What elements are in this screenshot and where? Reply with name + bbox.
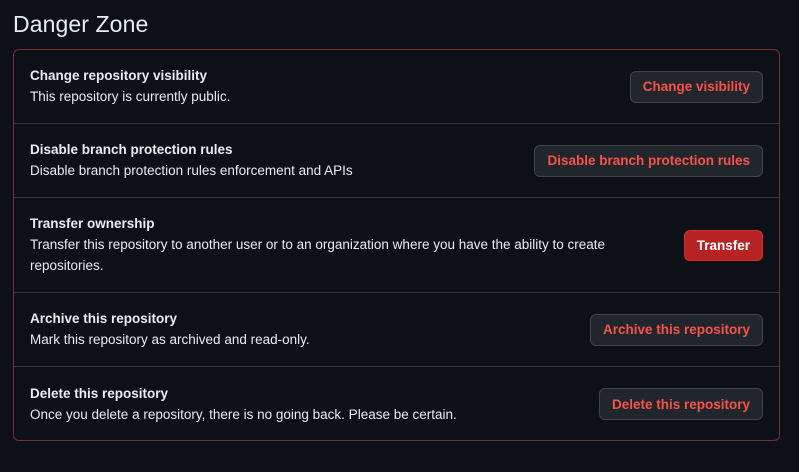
transfer-button[interactable]: Transfer: [683, 229, 763, 261]
transfer-row: Transfer ownership Transfer this reposit…: [14, 198, 779, 293]
branch-protection-description: Disable branch protection rules enforcem…: [30, 163, 353, 178]
archive-row: Archive this repository Mark this reposi…: [14, 293, 779, 367]
visibility-row: Change repository visibility This reposi…: [14, 50, 779, 124]
danger-zone-page: Danger Zone Change repository visibility…: [0, 0, 799, 472]
delete-title: Delete this repository: [30, 385, 169, 401]
delete-repository-button[interactable]: Delete this repository: [598, 388, 763, 420]
archive-repository-button[interactable]: Archive this repository: [589, 313, 763, 346]
section-title: Danger Zone: [13, 11, 149, 37]
transfer-description: Transfer this repository to another user…: [30, 237, 606, 273]
visibility-description: This repository is currently public.: [30, 89, 231, 104]
delete-row: Delete this repository Once you delete a…: [14, 367, 779, 440]
archive-description: Mark this repository as archived and rea…: [30, 332, 310, 347]
change-visibility-button[interactable]: Change visibility: [629, 70, 763, 103]
visibility-title: Change repository visibility: [30, 68, 208, 83]
transfer-title: Transfer ownership: [30, 216, 155, 231]
branch-protection-title: Disable branch protection rules: [30, 142, 233, 157]
disable-branch-protection-button[interactable]: Disable branch protection rules: [534, 144, 763, 177]
branch-protection-row: Disable branch protection rules Disable …: [14, 124, 779, 198]
danger-zone-box: Change repository visibility This reposi…: [13, 49, 780, 441]
archive-title: Archive this repository: [30, 311, 178, 326]
delete-description: Once you delete a repository, there is n…: [30, 406, 457, 422]
